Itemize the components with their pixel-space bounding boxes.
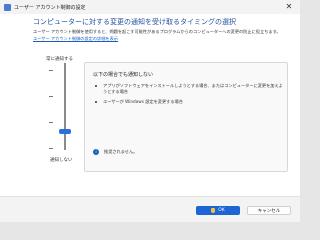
uac-app-icon <box>4 3 11 11</box>
info-icon: i <box>93 149 99 155</box>
info-title: 以下の場合でも通知しない <box>93 72 154 78</box>
slider-bottom-label: 通知しない <box>50 158 73 163</box>
slider-tick <box>49 122 53 123</box>
info-bullet-list: アプリがソフトウェアをインストールしようとする場合、またはコンピューターに変更を… <box>93 83 283 109</box>
slider-tick <box>49 70 53 71</box>
slider-tick <box>49 96 53 97</box>
uac-level-slider-track[interactable] <box>64 63 66 150</box>
uac-level-slider-thumb[interactable] <box>59 129 71 134</box>
ok-button[interactable]: OK <box>196 206 240 215</box>
shield-icon <box>211 208 216 213</box>
window-title: ユーザー アカウント制御の設定 <box>14 4 86 11</box>
details-link[interactable]: ユーザー アカウント制御の設定の詳細を表示 <box>33 36 118 42</box>
slider-tick <box>49 148 53 149</box>
page-heading: コンピューターに対する変更の通知を受け取るタイミングの選択 <box>33 18 236 26</box>
page-description: ユーザー アカウント制御を使用すると、問題を起こす可能性があるプログラムからのコ… <box>33 29 281 34</box>
uac-settings-window: ユーザー アカウント制御の設定 ✕ コンピューターに対する変更の通知を受け取るタ… <box>0 0 300 222</box>
info-bullet: ユーザーが Windows 設定を変更する場合 <box>93 99 283 105</box>
recommendation-status: i 推奨されません。 <box>93 149 137 155</box>
title-bar: ユーザー アカウント制御の設定 ✕ <box>0 0 300 14</box>
dialog-footer: OK キャンセル <box>0 196 300 222</box>
slider-top-label: 常に通知する <box>46 57 73 62</box>
close-button[interactable]: ✕ <box>284 2 294 12</box>
ok-button-label: OK <box>218 208 225 213</box>
info-bullet: アプリがソフトウェアをインストールしようとする場合、またはコンピューターに変更を… <box>93 83 283 95</box>
info-panel: 以下の場合でも通知しない アプリがソフトウェアをインストールしようとする場合、ま… <box>84 62 288 172</box>
status-text: 推奨されません。 <box>104 149 138 154</box>
cancel-button[interactable]: キャンセル <box>247 206 291 215</box>
